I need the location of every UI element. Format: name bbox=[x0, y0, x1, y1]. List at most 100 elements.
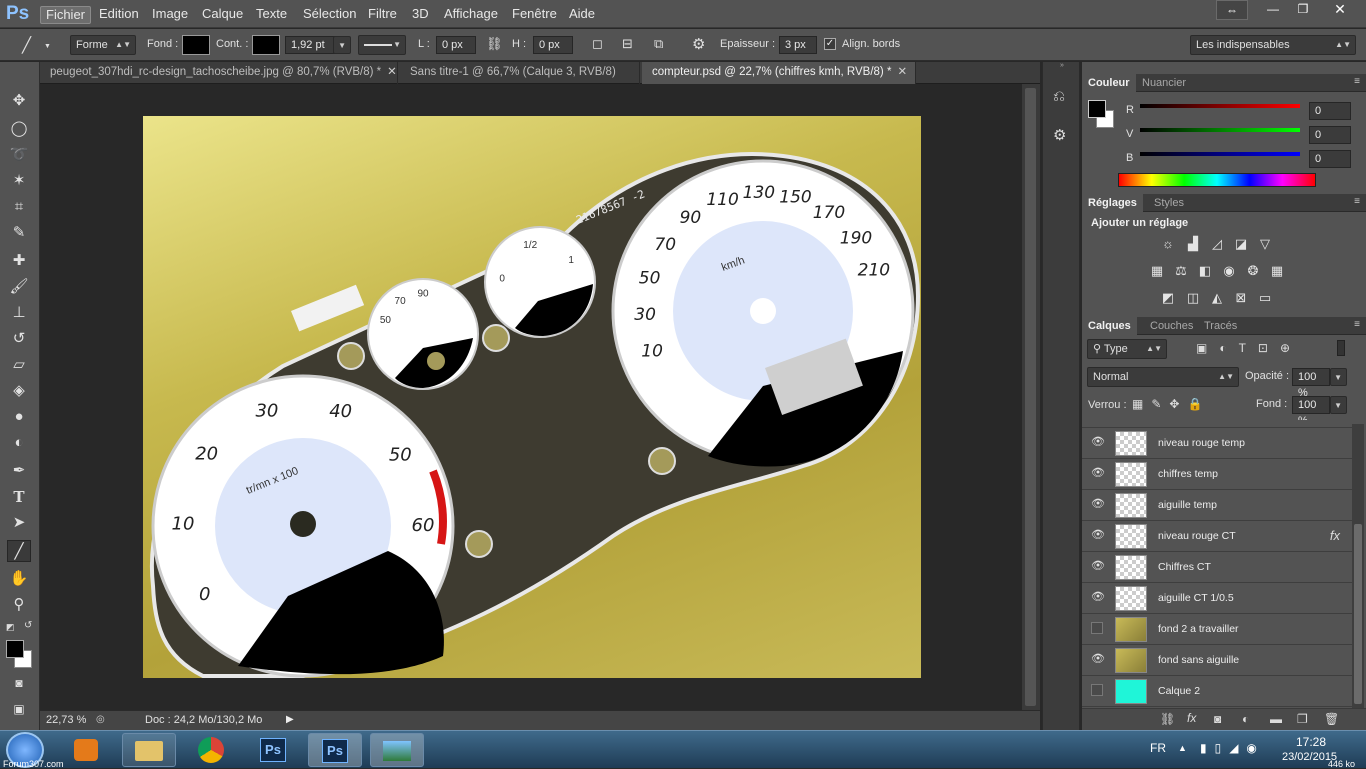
layer-row[interactable]: 👁 chiffres temp bbox=[1082, 459, 1352, 490]
lock-icons[interactable]: ▦✎✥🔒 bbox=[1132, 397, 1210, 411]
crop-icon[interactable]: ⌗ bbox=[7, 196, 31, 218]
stroke-type-select[interactable]: ▼ bbox=[358, 35, 406, 55]
brush-icon[interactable]: 🖌 bbox=[7, 276, 31, 298]
menu-calque[interactable]: Calque bbox=[197, 6, 248, 24]
eye-icon[interactable]: 👁 bbox=[1091, 497, 1107, 513]
swap-colors-icon[interactable]: ↺ bbox=[24, 620, 32, 631]
move-tool-icon[interactable]: ✥ bbox=[7, 90, 31, 112]
color-balance-icon[interactable]: ⚖ bbox=[1172, 263, 1190, 279]
blend-mode-select[interactable]: Normal ▲▼ bbox=[1087, 367, 1239, 387]
gradient-map-icon[interactable]: ▭ bbox=[1256, 290, 1274, 306]
clock-time[interactable]: 17:28 bbox=[1296, 735, 1326, 749]
hand-icon[interactable]: ✋ bbox=[7, 568, 31, 590]
properties-panel-icon[interactable]: ⚙ bbox=[1053, 126, 1066, 144]
default-colors-icon[interactable]: ◩ bbox=[6, 622, 15, 633]
path-alignment-icon[interactable]: ⊟ bbox=[622, 36, 633, 52]
tab-reglages[interactable]: Réglages bbox=[1082, 194, 1143, 212]
layer-row[interactable]: 👁 aiguille CT 1/0.5 bbox=[1082, 583, 1352, 614]
color-spectrum[interactable] bbox=[1118, 173, 1316, 187]
fill-input[interactable]: 100 % bbox=[1292, 396, 1330, 427]
workspace-select[interactable]: Les indispensables ▲▼ bbox=[1190, 35, 1356, 55]
layer-row[interactable]: 👁 Chiffres CT bbox=[1082, 552, 1352, 583]
elliptical-marquee-icon[interactable]: ◯ bbox=[7, 118, 31, 140]
layer-thumbnail[interactable] bbox=[1115, 679, 1147, 704]
stroke-width-input[interactable]: 1,92 pt bbox=[285, 36, 335, 54]
brightness-icon[interactable]: ☼ bbox=[1159, 236, 1177, 252]
dodge-icon[interactable]: ◐ bbox=[7, 432, 31, 454]
fill-dropdown[interactable]: ▼ bbox=[1330, 396, 1347, 414]
layer-name[interactable]: Chiffres CT bbox=[1158, 561, 1211, 573]
channel-mixer-icon[interactable]: ❂ bbox=[1244, 263, 1262, 279]
line-tool-icon[interactable]: ╱ bbox=[7, 540, 31, 562]
menu-aide[interactable]: Aide bbox=[564, 6, 600, 24]
layer-row[interactable]: Calque 2 bbox=[1082, 676, 1352, 707]
r-value[interactable]: 0 bbox=[1309, 102, 1351, 120]
visibility-toggle[interactable] bbox=[1091, 684, 1103, 696]
tray-arrow-icon[interactable]: ▲ bbox=[1178, 743, 1187, 753]
width-input[interactable]: 0 px bbox=[436, 36, 476, 54]
path-selection-icon[interactable]: ➤ bbox=[7, 512, 31, 534]
chrome-icon[interactable] bbox=[184, 733, 238, 767]
screen-mode-icon[interactable]: ▣ bbox=[7, 698, 31, 720]
adjustment-layer-icon[interactable]: ◐ bbox=[1242, 712, 1249, 726]
photoshop-taskbar-icon[interactable]: Ps bbox=[246, 733, 300, 767]
link-layers-icon[interactable]: ⛓ bbox=[1160, 712, 1175, 726]
close-icon[interactable]: ✕ bbox=[897, 66, 907, 78]
layer-row[interactable]: 👁 aiguille temp bbox=[1082, 490, 1352, 521]
tab-couleur[interactable]: Couleur bbox=[1082, 74, 1136, 92]
type-tool-icon[interactable]: T bbox=[7, 486, 31, 508]
explorer-icon[interactable] bbox=[122, 733, 176, 767]
menu-fenetre[interactable]: Fenêtre bbox=[507, 6, 562, 24]
layer-thumbnail[interactable] bbox=[1115, 586, 1147, 611]
collapse-icon[interactable]: » bbox=[1044, 62, 1080, 70]
history-brush-icon[interactable]: ↺ bbox=[7, 328, 31, 350]
minimize-button[interactable]: — bbox=[1258, 0, 1288, 20]
photo-viewer-icon[interactable] bbox=[370, 733, 424, 767]
tab-couches[interactable]: Couches bbox=[1144, 317, 1199, 335]
zoom-icon[interactable]: ⚲ bbox=[7, 594, 31, 616]
trash-icon[interactable]: 🗑 bbox=[1324, 712, 1339, 726]
canvas-vertical-scrollbar[interactable] bbox=[1022, 84, 1040, 710]
path-operations-icon[interactable]: ◻ bbox=[592, 36, 603, 52]
chevron-down-icon[interactable]: ▼ bbox=[44, 43, 51, 50]
weight-input[interactable]: 3 px bbox=[779, 36, 817, 54]
layer-filter-select[interactable]: ⚲ Type ▲▼ bbox=[1087, 339, 1167, 359]
black-white-icon[interactable]: ◧ bbox=[1196, 263, 1214, 279]
fill-swatch[interactable] bbox=[182, 35, 210, 55]
levels-icon[interactable]: ▟ bbox=[1184, 236, 1202, 252]
blur-icon[interactable]: ● bbox=[7, 406, 31, 428]
r-slider[interactable] bbox=[1140, 104, 1300, 108]
eye-icon[interactable]: 👁 bbox=[1091, 559, 1107, 575]
gear-icon[interactable]: ⚙ bbox=[692, 35, 705, 53]
add-mask-icon[interactable]: ◙ bbox=[1214, 712, 1221, 726]
color-lookup-icon[interactable]: ▦ bbox=[1268, 263, 1286, 279]
layer-name[interactable]: aiguille CT 1/0.5 bbox=[1158, 592, 1234, 604]
layer-fx-badge[interactable]: fx bbox=[1330, 528, 1340, 543]
restore-workspace-icon[interactable]: ⇔ bbox=[1216, 0, 1248, 20]
layer-name[interactable]: aiguille temp bbox=[1158, 499, 1217, 511]
visibility-toggle[interactable] bbox=[1091, 622, 1103, 634]
layer-thumbnail[interactable] bbox=[1115, 617, 1147, 642]
healing-brush-icon[interactable]: ✚ bbox=[7, 250, 31, 272]
layer-thumbnail[interactable] bbox=[1115, 493, 1147, 518]
stroke-width-dropdown[interactable]: ▼ bbox=[333, 36, 351, 54]
group-folder-icon[interactable]: ▬ bbox=[1270, 712, 1282, 726]
v-slider[interactable] bbox=[1140, 128, 1300, 132]
eye-icon[interactable]: 👁 bbox=[1091, 466, 1107, 482]
eyedropper-icon[interactable]: ✎ bbox=[7, 222, 31, 244]
layer-thumbnail[interactable] bbox=[1115, 648, 1147, 673]
eye-icon[interactable]: 👁 bbox=[1091, 652, 1107, 668]
layer-filter-icons[interactable]: ▣◐T⊡⊕ bbox=[1196, 341, 1302, 355]
v-value[interactable]: 0 bbox=[1309, 126, 1351, 144]
layer-thumbnail[interactable] bbox=[1115, 555, 1147, 580]
layer-thumbnail[interactable] bbox=[1115, 431, 1147, 456]
layer-name[interactable]: fond 2 a travailler bbox=[1158, 623, 1239, 635]
tab-styles[interactable]: Styles bbox=[1148, 194, 1190, 212]
b-value[interactable]: 0 bbox=[1309, 150, 1351, 168]
hue-saturation-icon[interactable]: ▦ bbox=[1148, 263, 1166, 279]
tab-peugeot[interactable]: peugeot_307hdi_rc-design_tachoscheibe.jp… bbox=[40, 62, 398, 84]
stroke-swatch[interactable] bbox=[252, 35, 280, 55]
layer-thumbnail[interactable] bbox=[1115, 524, 1147, 549]
document-image[interactable]: 21678567 -2 km/h 10 30 50 70 90 110 130 150 170 1… bbox=[143, 116, 921, 678]
invert-icon[interactable]: ◩ bbox=[1159, 290, 1177, 306]
